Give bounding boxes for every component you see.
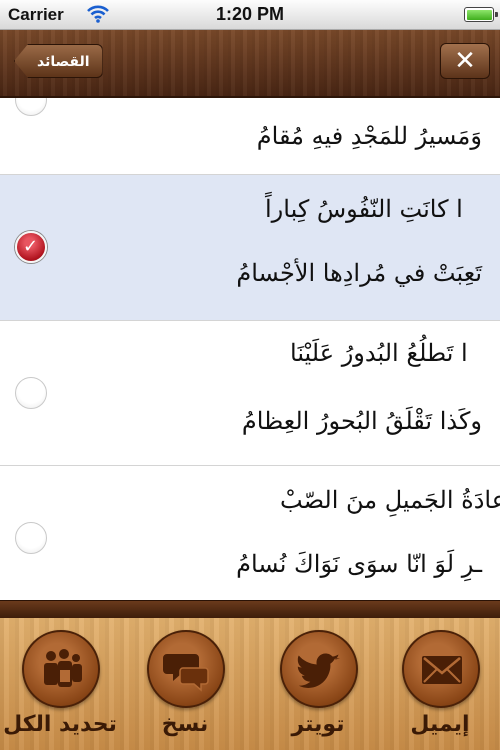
verse-line: ـرِ لَوَ انّا سوَى نَوَاكَ نُسامُ [236, 550, 482, 578]
email-label: إيميل [410, 712, 470, 737]
verse-line: وكَذا تَقْلَقُ البُحورُ العِظامُ [241, 407, 482, 435]
list-item[interactable]: عادَةُ الجَميلِ منَ الصّبْ ـرِ لَوَ انّا… [0, 466, 500, 600]
close-button[interactable]: ✕ [440, 43, 490, 79]
back-button[interactable]: القصائد [14, 44, 103, 78]
twitter-bird-icon [280, 630, 358, 708]
verse-line: وَمَسيرُ للمَجْدِ فيهِ مُقامُ [256, 122, 482, 150]
toolbar-divider [0, 600, 500, 619]
list-item[interactable]: ا تَطلُعُ البُدورُ عَلَيْنَا وكَذا تَقْل… [0, 321, 500, 466]
select-all-label: تحديد الكل [3, 712, 117, 737]
twitter-button[interactable]: تويتر [258, 630, 378, 750]
twitter-label: تويتر [291, 712, 345, 737]
list-item[interactable]: وَمَسيرُ للمَجْدِ فيهِ مُقامُ [0, 98, 500, 175]
radio-unchecked-icon[interactable] [15, 377, 47, 409]
select-all-button[interactable]: تحديد الكل [0, 630, 120, 750]
verse-list[interactable]: وَمَسيرُ للمَجْدِ فيهِ مُقامُ ا كانَتِ ا… [0, 98, 500, 600]
status-bar: Carrier 1:20 PM [0, 0, 500, 30]
email-button[interactable]: إيميل [380, 630, 500, 750]
verse-line: عادَةُ الجَميلِ منَ الصّبْ [280, 486, 500, 514]
radio-unchecked-icon[interactable] [15, 522, 47, 554]
battery-icon [464, 7, 498, 22]
envelope-icon [402, 630, 480, 708]
chat-bubbles-icon [147, 630, 225, 708]
verse-line: ا تَطلُعُ البُدورُ عَلَيْنَا [290, 339, 468, 367]
close-icon: ✕ [454, 46, 476, 76]
bottom-toolbar: تحديد الكل نسخ تويتر إيميل [0, 618, 500, 750]
verse-line: تَعِبَتْ في مُرادِها الأجْسامُ [236, 259, 482, 287]
select-all-icon [22, 630, 100, 708]
radio-checked-icon[interactable]: ✓ [15, 231, 47, 263]
verse-line: ا كانَتِ النّفُوسُ كِباراً [265, 195, 463, 223]
list-item-selected[interactable]: ا كانَتِ النّفُوسُ كِباراً ✓ تَعِبَتْ في… [0, 175, 500, 321]
copy-button[interactable]: نسخ [125, 630, 245, 750]
copy-label: نسخ [161, 712, 209, 737]
navigation-bar: القصائد ✕ [0, 30, 500, 98]
clock: 1:20 PM [215, 4, 285, 24]
radio-unchecked-icon[interactable] [15, 98, 47, 116]
